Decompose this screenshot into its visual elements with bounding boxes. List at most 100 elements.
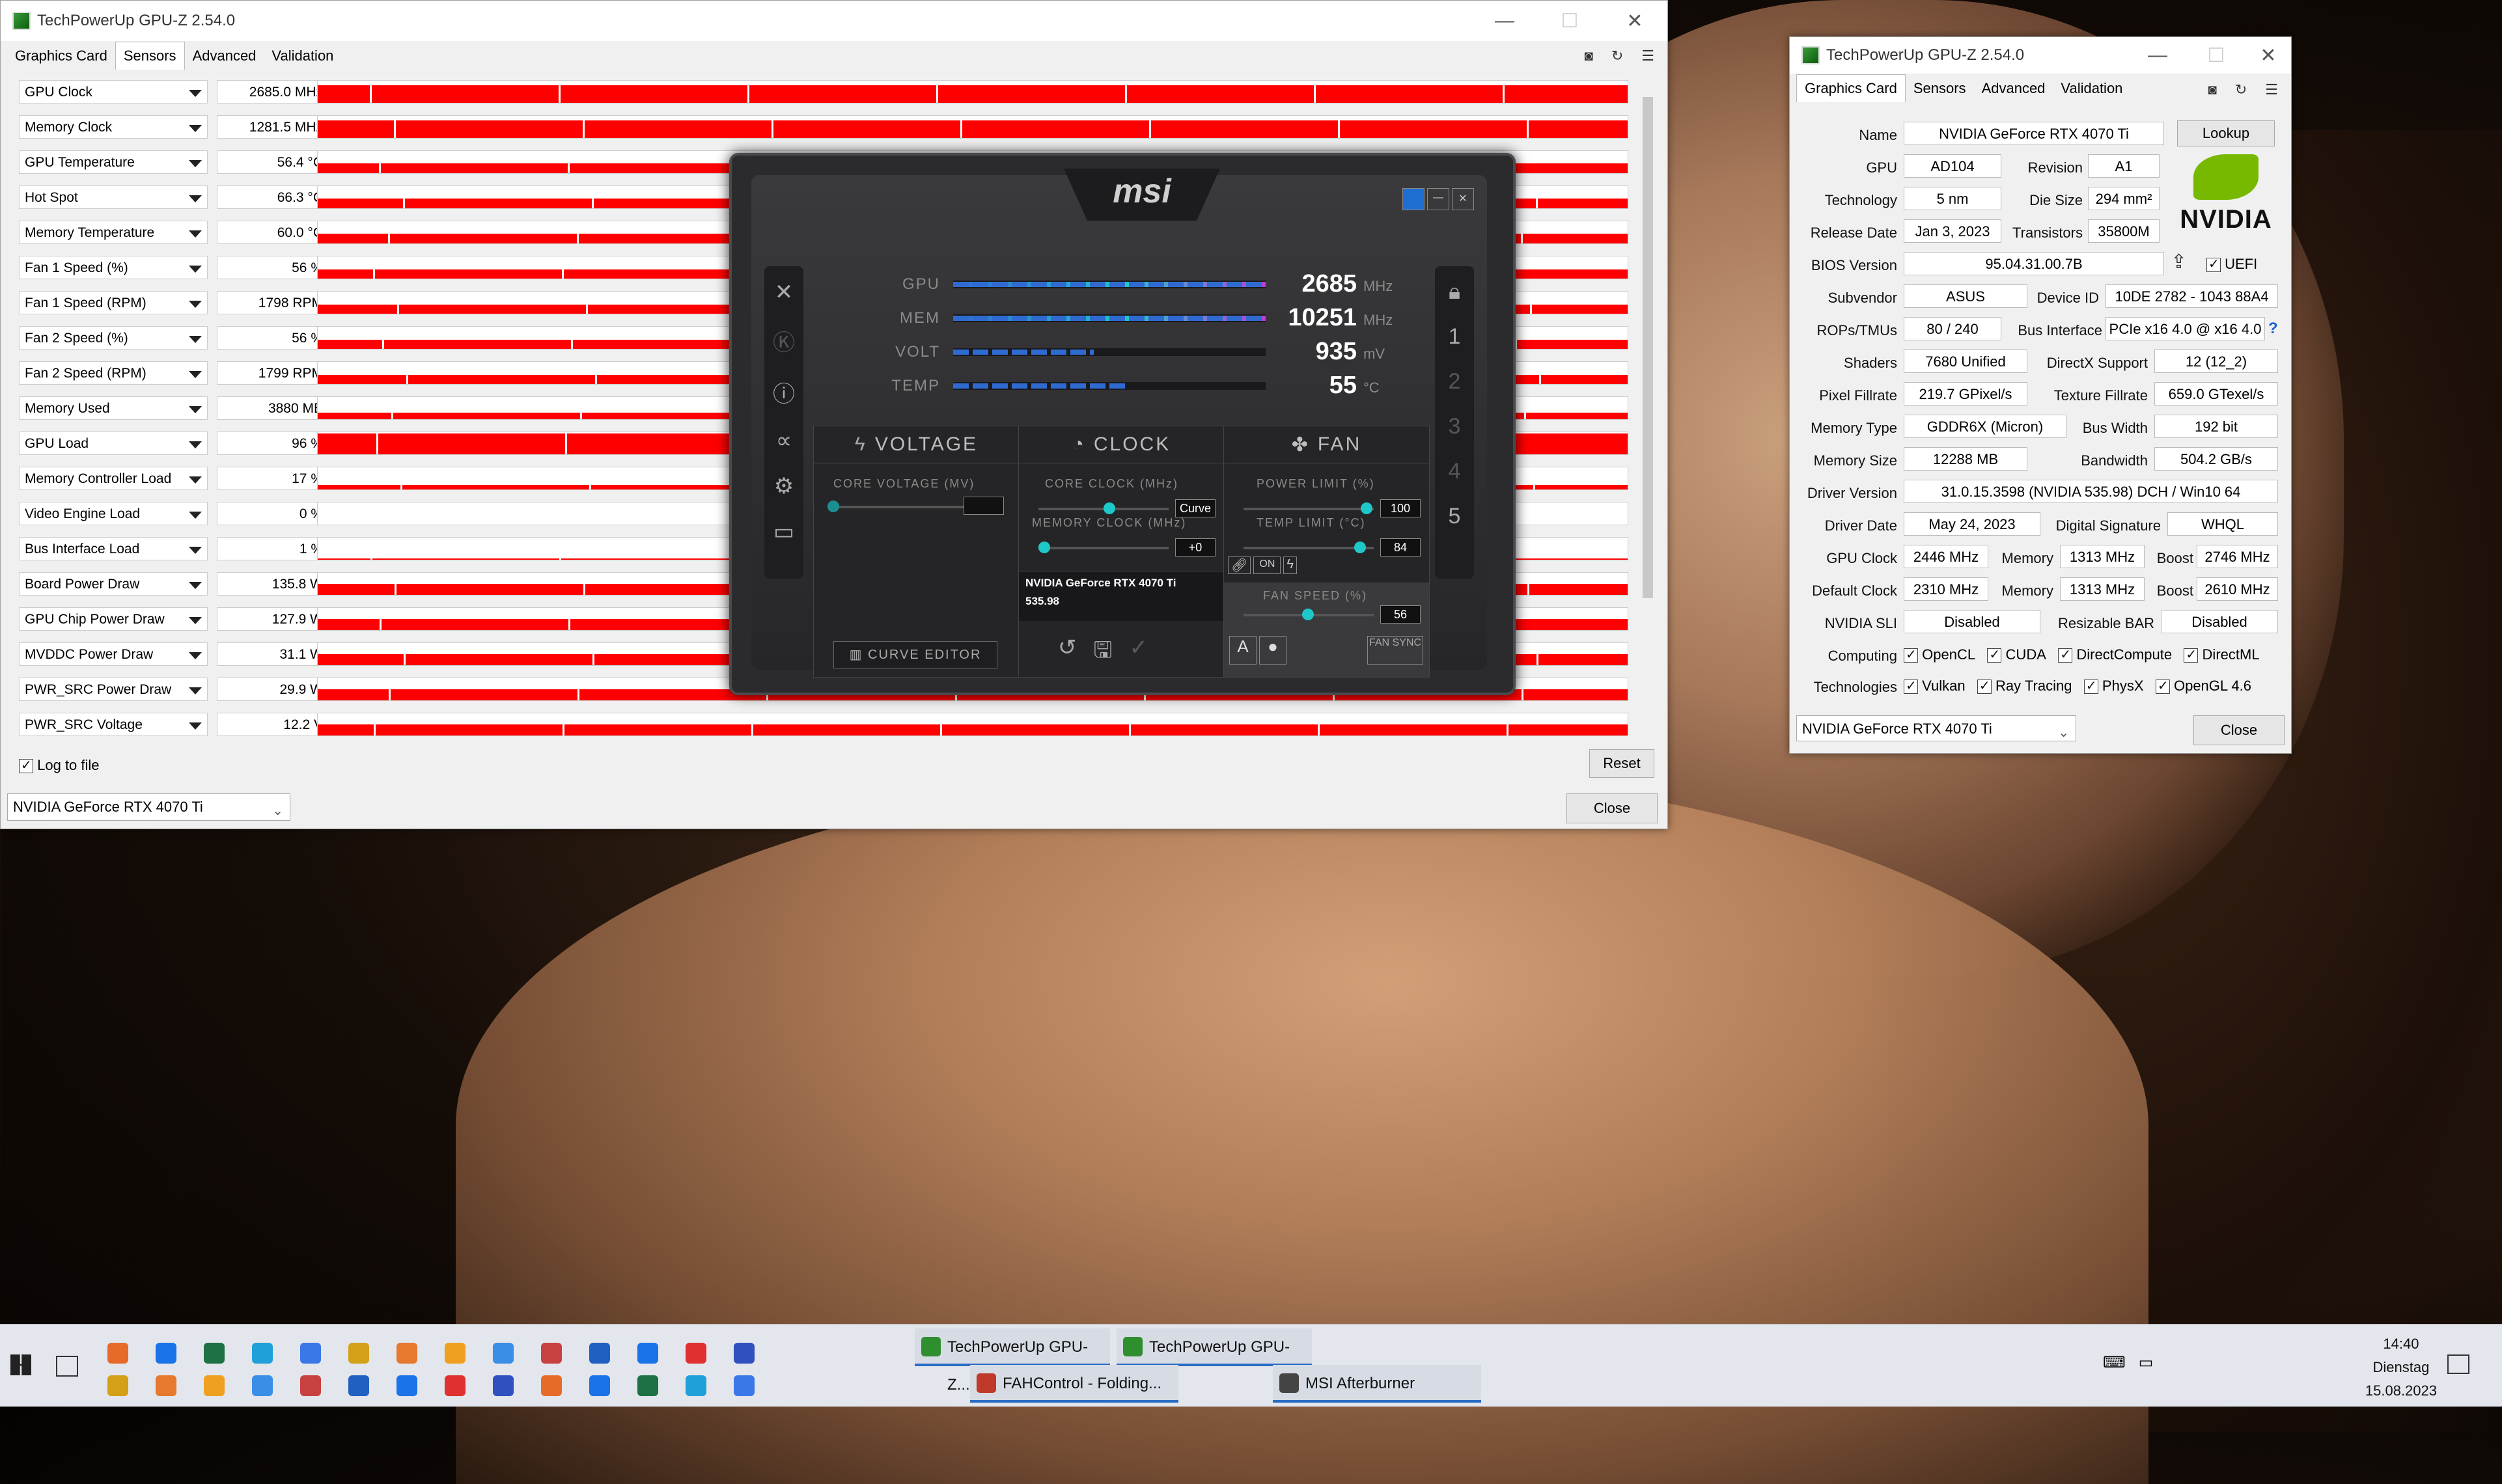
fan-sync-button[interactable]: FAN SYNC bbox=[1367, 636, 1423, 665]
fan-speed-box[interactable]: 56 bbox=[1380, 605, 1421, 624]
chevron-down-icon[interactable] bbox=[189, 266, 202, 273]
pinned-app-icon[interactable] bbox=[445, 1375, 466, 1396]
pinned-app-icon[interactable] bbox=[396, 1343, 417, 1364]
pinned-app-icon[interactable] bbox=[156, 1375, 176, 1396]
chevron-down-icon[interactable] bbox=[189, 90, 202, 97]
close-button[interactable]: Close bbox=[1566, 793, 1658, 823]
tab-advanced[interactable]: Advanced bbox=[1974, 75, 2053, 102]
chevron-down-icon[interactable] bbox=[189, 125, 202, 132]
windows-start-icon[interactable] bbox=[10, 1354, 31, 1375]
close-icon[interactable]: ✕ bbox=[2245, 44, 2291, 67]
minimize-icon[interactable]: — bbox=[1472, 10, 1537, 33]
scrollbar[interactable] bbox=[1640, 77, 1656, 743]
log-checkbox[interactable] bbox=[19, 757, 33, 774]
sensor-name[interactable]: PWR_SRC Power Draw bbox=[19, 678, 208, 701]
pinned-app-icon[interactable] bbox=[541, 1343, 562, 1364]
sensor-name[interactable]: Memory Temperature bbox=[19, 221, 208, 244]
task-view-icon[interactable] bbox=[56, 1356, 78, 1377]
clock[interactable]: 14:40 Dienstag 15.08.2023 bbox=[2365, 1332, 2437, 1403]
profile-3[interactable]: 3 bbox=[1449, 414, 1461, 439]
pinned-app-icon[interactable] bbox=[300, 1343, 321, 1364]
pinned-app-icon[interactable] bbox=[589, 1343, 610, 1364]
chevron-down-icon[interactable] bbox=[189, 441, 202, 448]
temp-limit-slider[interactable] bbox=[1244, 542, 1374, 553]
windows-icon[interactable] bbox=[1402, 188, 1425, 210]
sensor-name[interactable]: Memory Controller Load bbox=[19, 467, 208, 490]
chevron-down-icon[interactable] bbox=[189, 336, 202, 343]
sensor-name[interactable]: Fan 2 Speed (%) bbox=[19, 326, 208, 350]
pinned-app-icon[interactable] bbox=[541, 1375, 562, 1396]
chevron-down-icon[interactable] bbox=[189, 722, 202, 730]
refresh-icon[interactable]: ↻ bbox=[2235, 81, 2247, 98]
pinned-app-icon[interactable] bbox=[156, 1343, 176, 1364]
menu-icon[interactable]: ☰ bbox=[2265, 81, 2278, 98]
sensor-name[interactable]: PWR_SRC Voltage bbox=[19, 713, 208, 736]
slider-knob[interactable] bbox=[1302, 609, 1314, 620]
camera-icon[interactable]: ◙ bbox=[2208, 81, 2217, 98]
core-voltage-slider[interactable] bbox=[827, 501, 967, 512]
close-icon[interactable]: ✕ bbox=[1452, 188, 1474, 210]
user-fan-icon[interactable]: ● bbox=[1259, 636, 1286, 665]
pinned-app-icon[interactable] bbox=[348, 1343, 369, 1364]
lookup-button[interactable]: Lookup bbox=[2177, 120, 2275, 146]
pinned-app-icon[interactable] bbox=[686, 1343, 706, 1364]
chevron-down-icon[interactable] bbox=[189, 582, 202, 589]
settings-icon[interactable]: ⚙ bbox=[774, 473, 794, 499]
taskbar-app-button[interactable]: FAHControl - Folding... bbox=[970, 1365, 1178, 1403]
profile-1[interactable]: 1 bbox=[1449, 324, 1461, 350]
profile-4[interactable]: 4 bbox=[1449, 459, 1461, 484]
minimize-icon[interactable]: — bbox=[2128, 44, 2187, 67]
kombustor-icon[interactable]: ✕ bbox=[775, 279, 794, 305]
maximize-icon[interactable]: ☐ bbox=[2187, 44, 2245, 67]
reset-icon[interactable]: ↺ bbox=[1058, 635, 1077, 672]
pinned-app-icon[interactable] bbox=[204, 1343, 225, 1364]
sensor-name[interactable]: Hot Spot bbox=[19, 186, 208, 209]
taskbar-app-button[interactable]: MSI Afterburner bbox=[1273, 1365, 1481, 1403]
info-icon[interactable]: ⓘ bbox=[773, 376, 795, 408]
reset-button[interactable]: Reset bbox=[1589, 749, 1654, 778]
tab-graphics-card[interactable]: Graphics Card bbox=[1796, 74, 1906, 102]
save-icon[interactable]: 🖫︎ bbox=[1094, 635, 1113, 672]
menu-icon[interactable]: ☰ bbox=[1641, 48, 1654, 64]
slider-knob[interactable] bbox=[827, 501, 839, 512]
sensor-name[interactable]: GPU Chip Power Draw bbox=[19, 607, 208, 631]
pinned-app-icon[interactable] bbox=[493, 1375, 514, 1396]
pinned-app-icon[interactable] bbox=[348, 1375, 369, 1396]
pinned-app-icon[interactable] bbox=[445, 1343, 466, 1364]
temp-limit-box[interactable]: 84 bbox=[1380, 538, 1421, 556]
link-icon[interactable]: 🔗︎ bbox=[1228, 556, 1251, 574]
close-button[interactable]: Close bbox=[2193, 715, 2285, 745]
on-toggle[interactable]: ON bbox=[1253, 556, 1281, 574]
pinned-app-icon[interactable] bbox=[300, 1375, 321, 1396]
oc-scanner-icon[interactable]: ∝ bbox=[776, 428, 792, 454]
chevron-down-icon[interactable] bbox=[189, 230, 202, 238]
chevron-down-icon[interactable] bbox=[189, 371, 202, 378]
lightning-icon[interactable]: ϟ bbox=[1283, 556, 1297, 574]
auto-fan-button[interactable]: A bbox=[1229, 636, 1257, 665]
power-limit-box[interactable]: 100 bbox=[1380, 499, 1421, 517]
share-icon[interactable]: ⇪ bbox=[2171, 251, 2187, 273]
bus-help-icon[interactable]: ? bbox=[2268, 320, 2278, 338]
sensor-name[interactable]: GPU Clock bbox=[19, 80, 208, 103]
tab-advanced[interactable]: Advanced bbox=[185, 42, 264, 70]
refresh-icon[interactable]: ↻ bbox=[1611, 48, 1623, 64]
slider-knob[interactable] bbox=[1104, 502, 1115, 514]
chevron-down-icon[interactable] bbox=[189, 406, 202, 413]
core-clock-box[interactable]: Curve bbox=[1175, 499, 1216, 517]
power-limit-slider[interactable] bbox=[1244, 502, 1374, 514]
lock-icon[interactable]: 🔒︎ bbox=[1449, 279, 1460, 305]
pinned-app-icon[interactable] bbox=[252, 1375, 273, 1396]
memory-clock-slider[interactable] bbox=[1038, 542, 1169, 553]
pinned-app-icon[interactable] bbox=[637, 1343, 658, 1364]
minimize-icon[interactable]: — bbox=[1427, 188, 1449, 210]
sensor-name[interactable]: GPU Load bbox=[19, 432, 208, 455]
pinned-app-icon[interactable] bbox=[686, 1375, 706, 1396]
link-toggle[interactable]: 🔗︎ ON ϟ bbox=[1228, 556, 1297, 574]
sensor-name[interactable]: Fan 1 Speed (RPM) bbox=[19, 291, 208, 314]
pinned-app-icon[interactable] bbox=[396, 1375, 417, 1396]
tab-graphics-card[interactable]: Graphics Card bbox=[7, 42, 115, 70]
close-icon[interactable]: ✕ bbox=[1602, 10, 1667, 33]
chevron-down-icon[interactable] bbox=[189, 476, 202, 484]
memory-clock-box[interactable]: +0 bbox=[1175, 538, 1216, 556]
apply-icon[interactable]: ✓ bbox=[1129, 635, 1148, 672]
